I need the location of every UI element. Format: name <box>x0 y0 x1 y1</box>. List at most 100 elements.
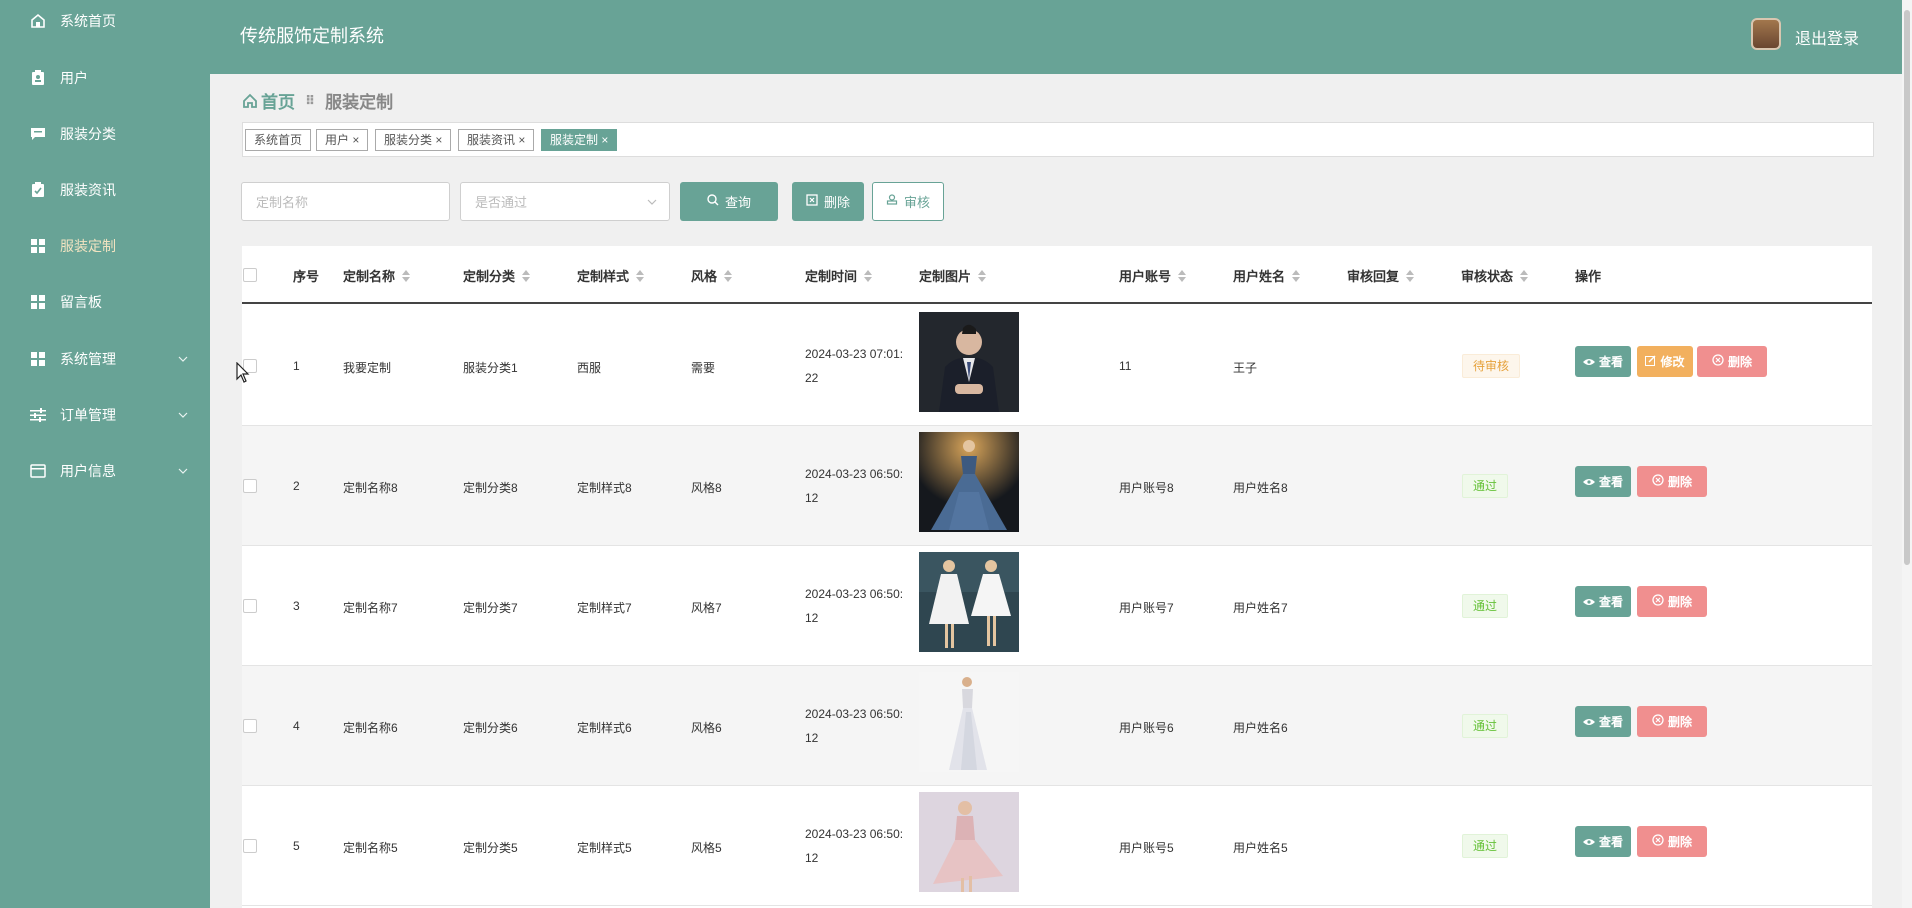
sidebar-item-home[interactable]: 系统首页 <box>0 0 210 49</box>
delete-button[interactable]: 删除 <box>1637 466 1707 497</box>
sidebar-item-clothing-news[interactable]: 服装资讯 <box>0 162 210 218</box>
chevron-down-icon <box>178 354 188 365</box>
status-badge: 通过 <box>1462 714 1509 738</box>
tab-tags-bar: 系统首页 用户 × 服装分类 × 服装资讯 × 服装定制 × <box>242 122 1874 157</box>
view-button-label: 查看 <box>1598 355 1623 369</box>
cell-custom-category: 定制分类6 <box>463 721 518 735</box>
table-header: 序号 定制名称 定制分类 定制样式 风格 定制时间 定制图片 用户账号 用户姓名… <box>242 246 1872 304</box>
page-scrollbar-thumb[interactable] <box>1904 10 1910 565</box>
sidebar-item-order-management[interactable]: 订单管理 <box>0 387 210 443</box>
edit-button[interactable]: 修改 <box>1637 346 1693 377</box>
custom-image-lace-gown[interactable] <box>919 672 1019 772</box>
cell-custom-name: 定制名称6 <box>343 721 398 735</box>
sidebar-item-message-board[interactable]: 留言板 <box>0 274 210 330</box>
cell-user-account: 用户账号6 <box>1119 721 1174 735</box>
sort-icon[interactable] <box>978 270 987 285</box>
bulk-delete-button[interactable]: 删除 <box>792 182 864 221</box>
delete-button[interactable]: 删除 <box>1637 706 1707 737</box>
col-review-status[interactable]: 审核状态 <box>1461 266 1529 285</box>
col-custom-image[interactable]: 定制图片 <box>919 266 987 285</box>
sidebar-item-label: 系统首页 <box>60 13 116 29</box>
avatar[interactable] <box>1751 18 1781 50</box>
delete-button[interactable]: 删除 <box>1697 346 1767 377</box>
custom-image-blue-gown[interactable] <box>919 432 1019 532</box>
cell-user-account: 用户账号5 <box>1119 841 1174 855</box>
breadcrumb-home[interactable]: 首页 <box>242 88 295 113</box>
sort-icon[interactable] <box>522 270 531 285</box>
approved-select[interactable]: 是否通过 <box>460 182 670 221</box>
view-button[interactable]: 查看 <box>1575 466 1631 497</box>
col-user-account[interactable]: 用户账号 <box>1119 266 1187 285</box>
sidebar-item-clothing-category[interactable]: 服装分类 <box>0 106 210 162</box>
sidebar-item-clothing-custom[interactable]: 服装定制 <box>0 218 210 274</box>
close-circle-icon <box>1652 594 1664 609</box>
status-badge: 待审核 <box>1462 354 1521 378</box>
view-button[interactable]: 查看 <box>1575 826 1631 857</box>
view-button-label: 查看 <box>1598 715 1623 729</box>
sort-icon[interactable] <box>864 270 873 285</box>
sort-icon[interactable] <box>1520 270 1529 285</box>
view-button[interactable]: 查看 <box>1575 346 1631 377</box>
row-checkbox[interactable] <box>243 719 257 733</box>
sidebar-item-users[interactable]: 用户 <box>0 50 210 106</box>
col-custom-style[interactable]: 定制样式 <box>577 266 645 285</box>
delete-button[interactable]: 删除 <box>1637 826 1707 857</box>
col-custom-category[interactable]: 定制分类 <box>463 266 531 285</box>
cell-custom-style: 定制样式8 <box>577 481 632 495</box>
row-checkbox[interactable] <box>243 479 257 493</box>
tag-home[interactable]: 系统首页 <box>245 129 312 151</box>
custom-image-suit[interactable] <box>919 312 1019 412</box>
col-review-reply[interactable]: 审核回复 <box>1347 266 1415 285</box>
status-badge: 通过 <box>1462 594 1509 618</box>
sidebar-item-user-info[interactable]: 用户信息 <box>0 443 210 499</box>
custom-table: 序号 定制名称 定制分类 定制样式 风格 定制时间 定制图片 用户账号 用户姓名… <box>242 246 1872 908</box>
col-custom-time[interactable]: 定制时间 <box>805 266 873 285</box>
col-user-name[interactable]: 用户姓名 <box>1233 266 1301 285</box>
view-button[interactable]: 查看 <box>1575 586 1631 617</box>
select-all-checkbox[interactable] <box>243 268 257 282</box>
tag-clothing-custom[interactable]: 服装定制 × <box>541 129 618 151</box>
custom-name-input[interactable]: 定制名称 <box>241 182 450 221</box>
query-button-label: 查询 <box>724 195 751 210</box>
row-checkbox[interactable] <box>243 839 257 853</box>
sidebar-item-label: 系统管理 <box>60 351 116 367</box>
tag-clothing-category[interactable]: 服装分类 × <box>375 129 452 151</box>
cell-fashion: 需要 <box>691 361 716 375</box>
cell-custom-category: 服装分类1 <box>463 361 518 375</box>
cell-user-name: 用户姓名7 <box>1233 601 1288 615</box>
sort-icon[interactable] <box>724 270 733 285</box>
col-label: 用户姓名 <box>1233 269 1286 284</box>
sort-icon[interactable] <box>402 270 411 285</box>
sort-icon[interactable] <box>1406 270 1415 285</box>
col-custom-name[interactable]: 定制名称 <box>343 266 411 285</box>
time-line: 22 <box>805 371 819 385</box>
time-line: 2024-03-23 06:50: <box>805 467 904 481</box>
cell-custom-name: 我要定制 <box>343 361 392 375</box>
status-badge: 通过 <box>1462 834 1509 858</box>
sort-icon[interactable] <box>1292 270 1301 285</box>
delete-button[interactable]: 删除 <box>1637 586 1707 617</box>
cell-custom-name: 定制名称8 <box>343 481 398 495</box>
sort-icon[interactable] <box>1178 270 1187 285</box>
tag-users[interactable]: 用户 × <box>316 129 369 151</box>
cell-custom-category: 定制分类7 <box>463 601 518 615</box>
col-fashion[interactable]: 风格 <box>691 266 733 285</box>
review-button[interactable]: 审核 <box>872 182 944 221</box>
sidebar-item-system-management[interactable]: 系统管理 <box>0 331 210 387</box>
view-button[interactable]: 查看 <box>1575 706 1631 737</box>
query-button[interactable]: 查询 <box>680 182 778 221</box>
row-checkbox[interactable] <box>243 599 257 613</box>
tag-clothing-news[interactable]: 服装资讯 × <box>458 129 535 151</box>
delete-box-icon <box>806 194 818 209</box>
cell-user-account: 用户账号8 <box>1119 481 1174 495</box>
custom-image-white-dress[interactable] <box>919 552 1019 652</box>
col-label: 审核回复 <box>1347 269 1400 284</box>
app-title: 传统服饰定制系统 <box>240 26 384 46</box>
sort-icon[interactable] <box>636 270 645 285</box>
cell-custom-time: 2024-03-23 06:50: 12 <box>805 822 903 870</box>
top-header: 传统服饰定制系统 退出登录 <box>210 0 1902 74</box>
col-label: 风格 <box>691 269 718 284</box>
card-icon <box>30 463 46 479</box>
logout-link[interactable]: 退出登录 <box>1795 25 1859 49</box>
custom-image-pink-dress[interactable] <box>919 792 1019 892</box>
